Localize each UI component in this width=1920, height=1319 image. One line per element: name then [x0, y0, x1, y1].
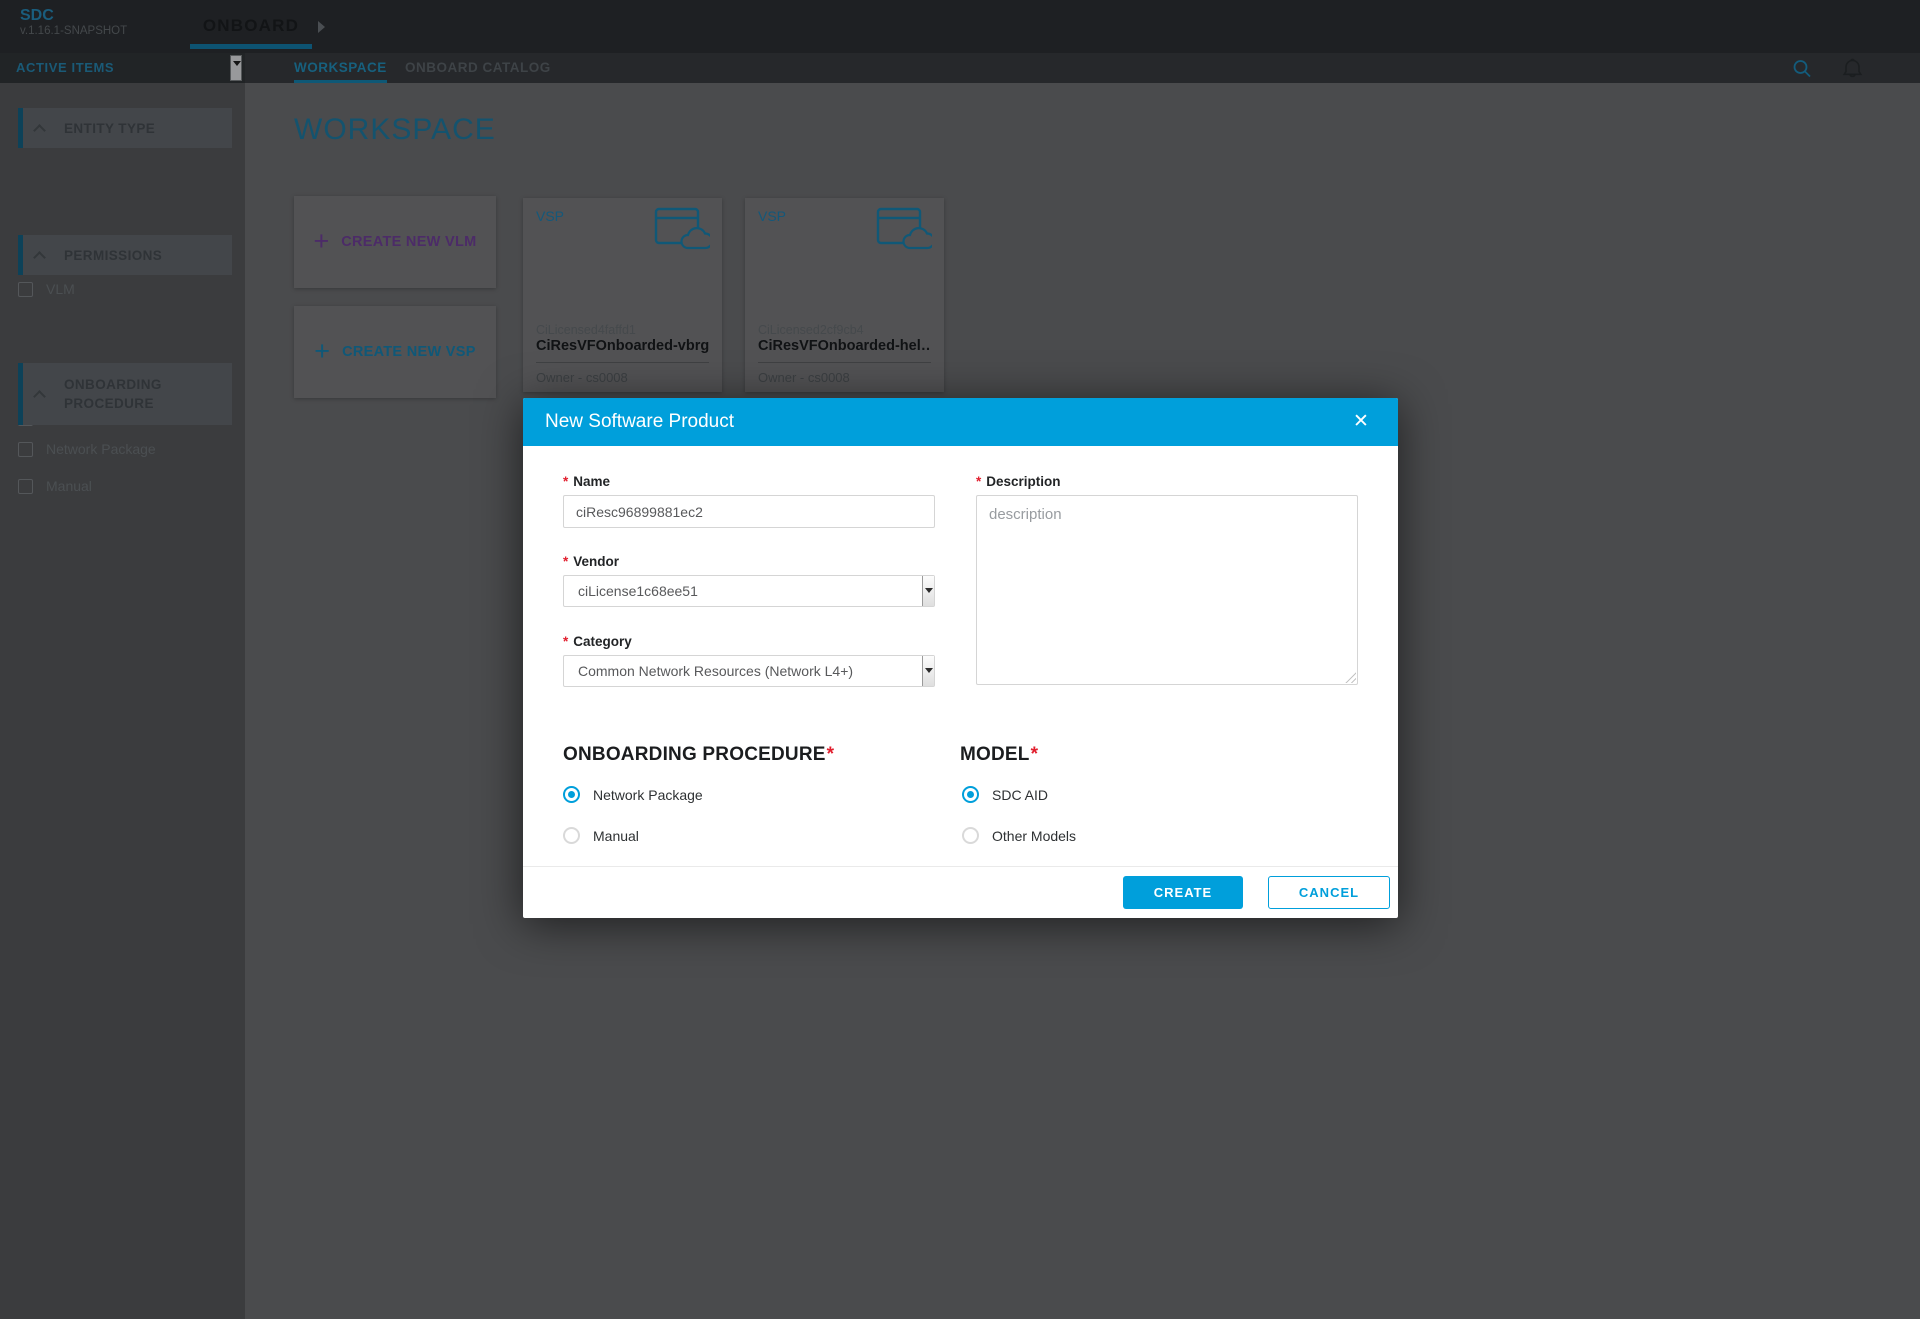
vendor-label: *Vendor [563, 554, 619, 569]
radio-unselected-icon[interactable] [563, 827, 580, 844]
description-label: *Description [976, 474, 1061, 489]
onboarding-procedure-title: ONBOARDING PROCEDURE* [563, 744, 834, 766]
select-caret-icon [922, 576, 934, 606]
required-asterisk: * [976, 474, 981, 489]
radio-manual[interactable]: Manual [563, 827, 639, 844]
radio-label: Network Package [593, 787, 703, 803]
vendor-select[interactable]: ciLicense1c68ee51 [563, 575, 935, 607]
model-title: MODEL* [960, 744, 1038, 766]
category-select-value: Common Network Resources (Network L4+) [578, 656, 853, 686]
modal-footer: CREATE CANCEL [523, 866, 1398, 918]
required-asterisk: * [1031, 744, 1039, 765]
radio-selected-icon[interactable] [962, 786, 979, 803]
cancel-button[interactable]: CANCEL [1268, 876, 1390, 909]
required-asterisk: * [563, 474, 568, 489]
create-button[interactable]: CREATE [1123, 876, 1243, 909]
modal-header: New Software Product ✕ [523, 398, 1398, 446]
radio-other-models[interactable]: Other Models [962, 827, 1076, 844]
radio-sdc-aid[interactable]: SDC AID [962, 786, 1048, 803]
radio-unselected-icon[interactable] [962, 827, 979, 844]
vendor-select-value: ciLicense1c68ee51 [578, 576, 698, 606]
required-asterisk: * [563, 634, 568, 649]
sdc-onboarding-screen: SDC v.1.16.1-SNAPSHOT ONBOARD ACTIVE ITE… [0, 0, 1920, 1319]
radio-network-package[interactable]: Network Package [563, 786, 703, 803]
category-label: *Category [563, 634, 632, 649]
description-textarea[interactable] [976, 495, 1358, 685]
name-input[interactable] [563, 495, 935, 528]
new-software-product-modal: New Software Product ✕ *Name *Vendor ciL… [523, 398, 1398, 918]
close-icon[interactable]: ✕ [1346, 398, 1376, 446]
required-asterisk: * [827, 744, 835, 765]
radio-label: Other Models [992, 828, 1076, 844]
radio-label: SDC AID [992, 787, 1048, 803]
modal-title: New Software Product [545, 398, 734, 446]
required-asterisk: * [563, 554, 568, 569]
radio-selected-icon[interactable] [563, 786, 580, 803]
select-caret-icon [922, 656, 934, 686]
category-select[interactable]: Common Network Resources (Network L4+) [563, 655, 935, 687]
radio-label: Manual [593, 828, 639, 844]
name-label: *Name [563, 474, 610, 489]
